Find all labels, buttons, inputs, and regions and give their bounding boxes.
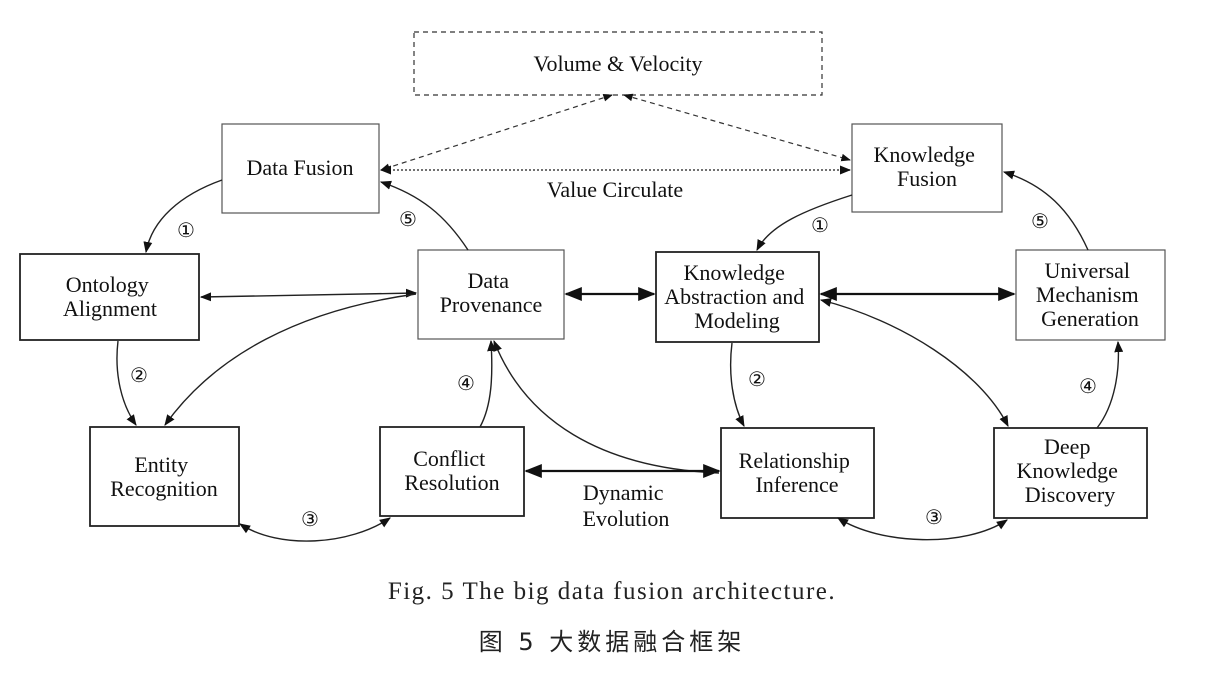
conflict-resolution-line-2: Resolution — [404, 470, 499, 495]
deep-knowledge-line-1: Deep — [1044, 434, 1090, 459]
relationship-inference-line-2: Inference — [755, 472, 838, 497]
node-volume-velocity: Volume & Velocity — [413, 31, 823, 96]
node-conflict-resolution: Conflict Resolution — [379, 426, 525, 517]
entity-recognition-line-1: Entity — [134, 452, 188, 477]
svg-text:Ontology Alignment: Ontology Alignment — [63, 272, 157, 321]
svg-text:Data Fusion: Data Fusion — [247, 155, 354, 180]
deep-knowledge-line-2: Knowledge — [1017, 458, 1118, 483]
svg-text:Conflict Resolution: Conflict Resolution — [404, 446, 499, 495]
deep-knowledge-line-3: Discovery — [1025, 482, 1115, 507]
step-5-right: ⑤ — [1031, 209, 1049, 233]
data-fusion-line-1: Data Fusion — [247, 155, 354, 180]
dynamic-evolution-line-2: Evolution — [583, 506, 670, 531]
step-2-left: ② — [130, 363, 148, 387]
arrow-volume-to-knowledge-fusion — [623, 93, 851, 162]
data-provenance-line-2: Provenance — [440, 292, 543, 317]
knowledge-abstraction-line-3: Modeling — [694, 308, 780, 333]
node-ontology-alignment: Ontology Alignment — [19, 253, 200, 341]
arrow-ontology-provenance — [199, 288, 418, 302]
knowledge-fusion-line-2: Fusion — [897, 166, 957, 191]
relationship-inference-line-1: Relationship — [739, 448, 850, 473]
ontology-alignment-line-2: Alignment — [63, 296, 157, 321]
step-2-right: ② — [748, 367, 766, 391]
arrow-deep-to-universal — [1096, 340, 1124, 429]
node-deep-knowledge: Deep Knowledge Discovery — [993, 427, 1148, 519]
arrow-volume-to-data-fusion — [380, 94, 613, 171]
step-1-left: ① — [177, 218, 195, 242]
step-4-right: ④ — [1079, 374, 1097, 398]
step-3-left: ③ — [301, 507, 319, 531]
svg-text:Volume & Velocity: Volume & Velocity — [533, 51, 702, 76]
svg-text:Universal Mechanism: Universal Mechanism Generation — [1036, 258, 1144, 331]
step-5-left: ⑤ — [399, 207, 417, 231]
value-circulate-label: Value Circulate — [547, 177, 683, 202]
conflict-resolution-line-1: Conflict — [413, 446, 485, 471]
step-1-right: ① — [811, 213, 829, 237]
knowledge-abstraction-line-2: Abstraction and — [664, 284, 804, 309]
dynamic-evolution-label: Dynamic Evolution — [583, 480, 670, 531]
arrow-abstraction-to-relationship — [729, 342, 745, 427]
arrow-conflict-to-provenance — [479, 339, 497, 428]
figure-caption-english: Fig. 5 The big data fusion architecture. — [387, 578, 837, 605]
volume-velocity-line-1: Volume & Velocity — [533, 51, 702, 76]
ontology-alignment-line-1: Ontology — [66, 272, 149, 297]
fusion-architecture-diagram: Volume & Velocity Data Fusion Knowledge … — [19, 31, 1166, 542]
entity-recognition-line-2: Recognition — [110, 476, 218, 501]
arrow-abstraction-deep — [819, 298, 1009, 428]
node-universal-mechanism: Universal Mechanism Generation — [1015, 249, 1166, 341]
arrow-relationship-to-provenance — [493, 339, 720, 474]
universal-mechanism-line-1: Universal — [1044, 258, 1130, 283]
dynamic-evolution-line-1: Dynamic — [583, 480, 664, 505]
node-relationship-inference: Relationship Inference — [720, 427, 875, 519]
node-data-fusion: Data Fusion — [221, 123, 380, 214]
knowledge-abstraction-line-1: Knowledge — [684, 260, 785, 285]
node-knowledge-fusion: Knowledge Fusion — [851, 123, 1003, 213]
arrow-provenance-to-data-fusion — [379, 180, 469, 251]
arrow-relationship-deep — [837, 517, 1008, 541]
knowledge-fusion-line-1: Knowledge — [874, 142, 975, 167]
node-data-provenance: Data Provenance — [417, 249, 565, 340]
arrow-provenance-to-entity — [164, 293, 417, 426]
arrow-knowledge-fusion-to-abstraction — [756, 194, 853, 251]
step-3-right: ③ — [925, 505, 943, 529]
figure-caption-chinese: 图 5 大数据融合框架 — [478, 628, 746, 656]
universal-mechanism-line-2: Mechanism — [1036, 282, 1139, 307]
node-knowledge-abstraction: Knowledge Abstraction and Modeling — [655, 251, 820, 343]
node-entity-recognition: Entity Recognition — [89, 426, 240, 527]
step-4-left: ④ — [457, 371, 475, 395]
universal-mechanism-line-3: Generation — [1041, 306, 1139, 331]
data-provenance-line-1: Data — [467, 268, 509, 293]
svg-text:Relationship Inference: Relationship Inference — [739, 448, 856, 497]
